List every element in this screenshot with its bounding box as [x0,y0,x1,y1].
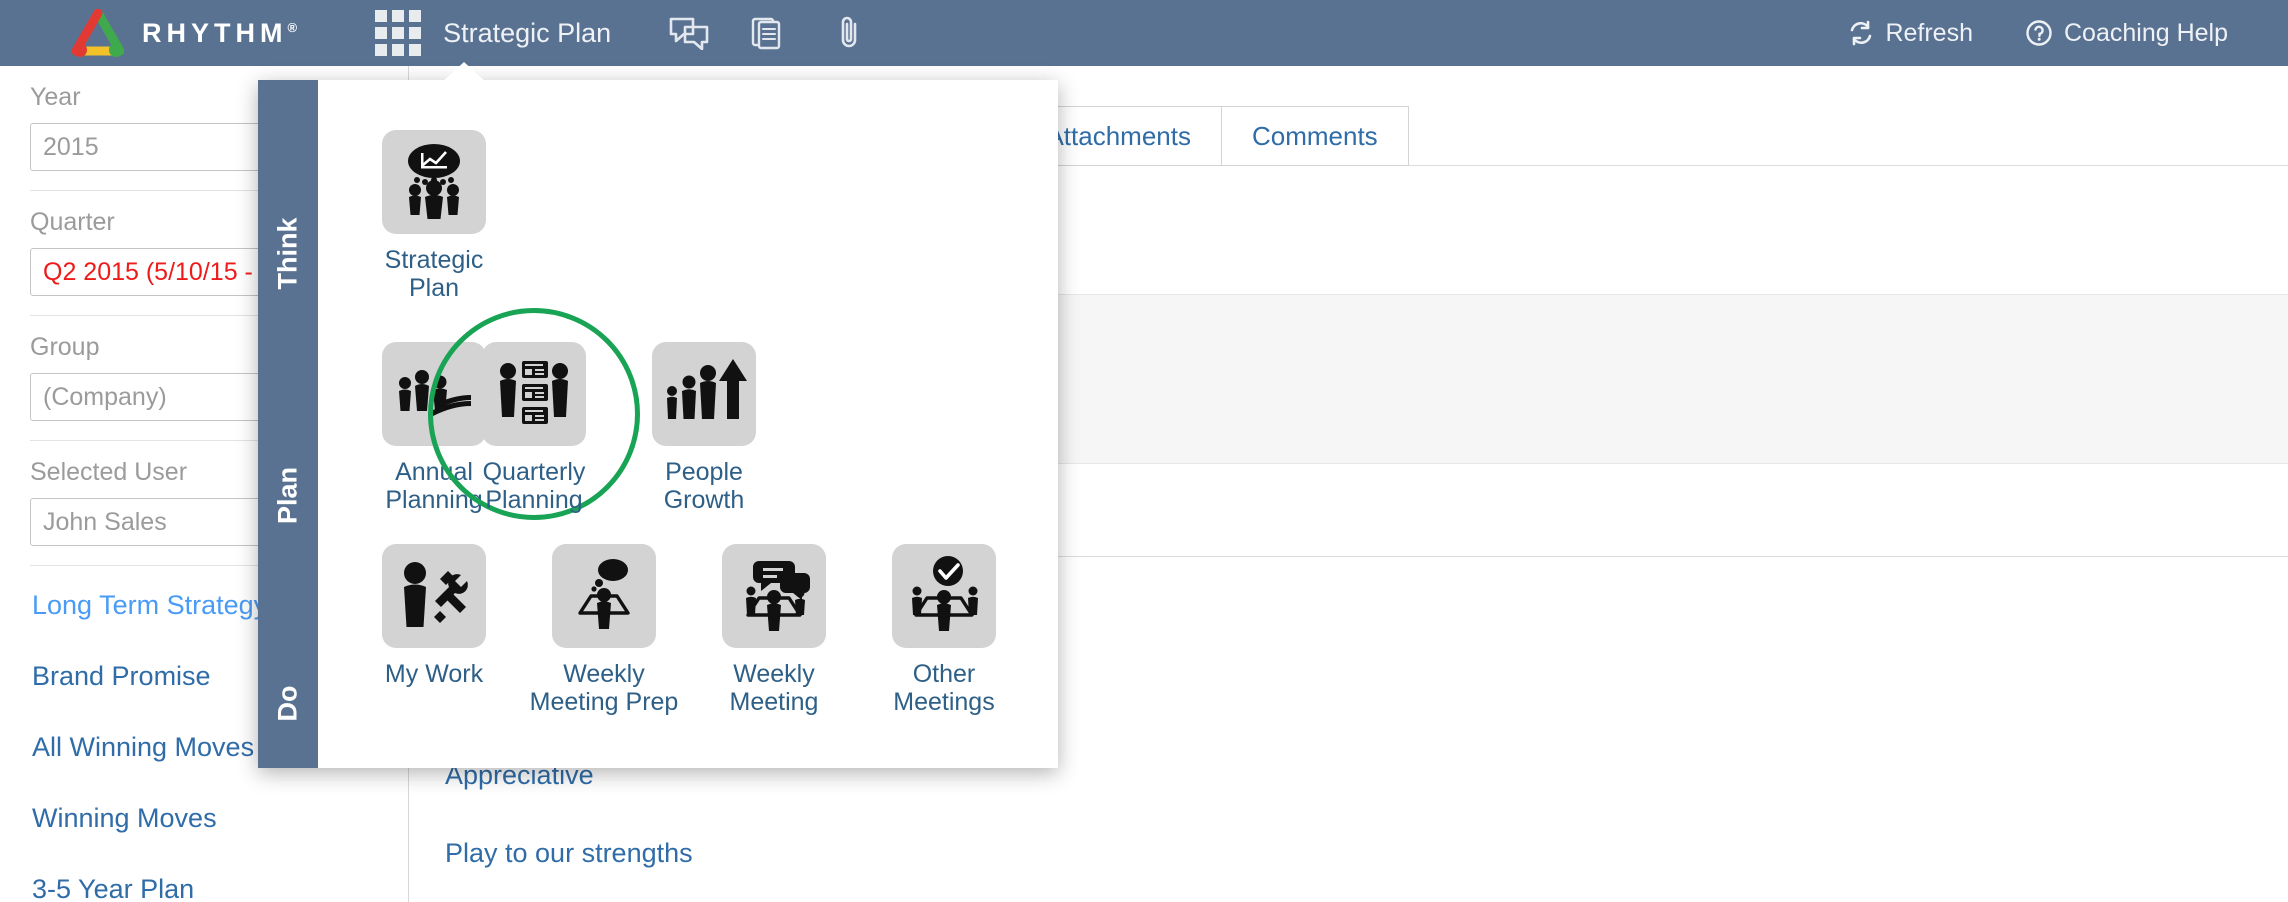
help-question-icon [2026,20,2052,46]
grid-cell [375,27,388,39]
refresh-icon [1851,20,1872,46]
sidebar-item-3-5-year-plan[interactable]: 3-5 Year Plan [30,854,378,902]
grid-cell [409,44,422,56]
quarterly-planning-icon [482,342,586,446]
menu-item-strategic-plan[interactable]: Strategic Plan [354,130,514,302]
refresh-label: Refresh [1885,18,1973,47]
menu-item-my-work[interactable]: My Work [354,544,514,688]
other-meetings-icon [892,544,996,648]
popup-phase-rail: Think Plan Do [258,80,318,768]
menu-item-label: Other Meetings [893,660,995,716]
grid-cell [375,44,388,56]
popup-pointer-arrow [442,62,486,82]
core-value-play-to-our-strengths[interactable]: Play to our strengths [445,838,693,869]
menu-item-weekly-meeting-prep[interactable]: Weekly Meeting Prep [524,544,684,716]
rhythm-triangle-logo-icon [71,8,125,57]
tab-comments[interactable]: Comments [1222,107,1408,165]
brand-name: RHYTHM® [142,17,298,48]
weekly-meeting-prep-icon [552,544,656,648]
app-title: Strategic Plan [443,17,612,48]
menu-item-label: My Work [384,660,484,688]
grid-cell [392,10,405,22]
coaching-help-button[interactable]: Coaching Help [2025,19,2228,48]
menu-item-label: People Growth [663,458,745,514]
attachment-paperclip-icon[interactable] [829,11,869,55]
sidebar-item-winning-moves[interactable]: Winning Moves [30,783,378,854]
header-actions: Refresh Coaching Help [1796,19,2228,48]
my-work-icon [382,544,486,648]
menu-item-quarterly-planning[interactable]: Quarterly Planning [454,342,614,514]
rail-label-think: Think [272,217,303,290]
grid-cell [409,27,422,39]
menu-item-label: Weekly Meeting [729,660,819,716]
apps-grid-icon[interactable] [375,10,422,56]
menu-item-label: Strategic Plan [384,246,484,302]
menu-item-people-growth[interactable]: People Growth [624,342,784,514]
apps-navigation-popup: Think Plan Do Strategic Plan Annual Plan… [258,80,1058,768]
grid-cell [392,44,405,56]
menu-item-label: Weekly Meeting Prep [529,660,679,716]
grid-cell [375,10,388,22]
rail-label-do: Do [272,685,303,722]
coaching-help-label: Coaching Help [2064,18,2228,47]
strategic-plan-icon [382,130,486,234]
comments-icon[interactable] [669,11,709,55]
grid-cell [409,10,422,22]
menu-item-label: Quarterly Planning [482,458,586,514]
menu-item-weekly-meeting[interactable]: Weekly Meeting [694,544,854,716]
brand-logo[interactable]: RHYTHM® [71,8,298,57]
weekly-meeting-icon [722,544,826,648]
people-growth-icon [652,342,756,446]
top-header-bar: RHYTHM® Strategic Plan Refresh Coaching … [0,0,2288,66]
rail-label-plan: Plan [272,466,303,525]
refresh-button[interactable]: Refresh [1848,19,1973,48]
grid-cell [392,27,405,39]
menu-item-other-meetings[interactable]: Other Meetings [864,544,1024,716]
app-root: RHYTHM® Strategic Plan Refresh Coaching … [0,0,2288,902]
copy-documents-icon[interactable] [749,11,789,55]
popup-items-area: Strategic Plan Annual Planning Quarterly… [318,80,1058,768]
